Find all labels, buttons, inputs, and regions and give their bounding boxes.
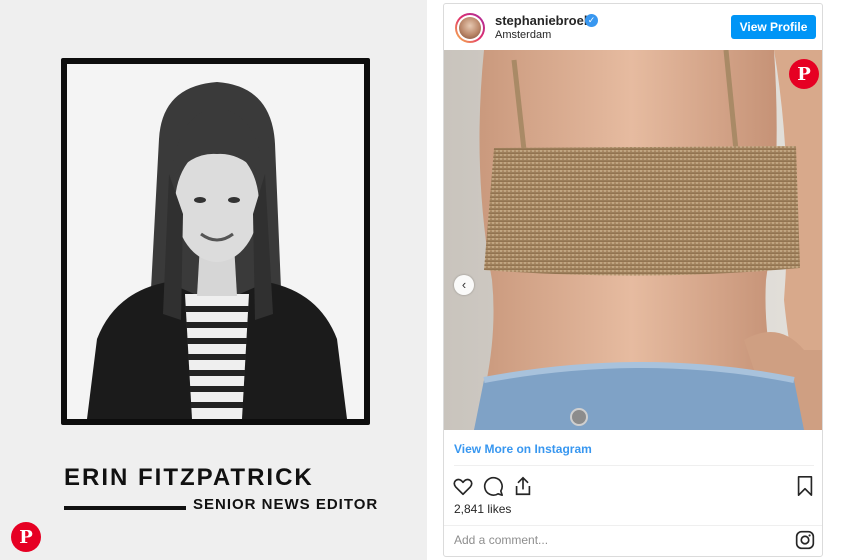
share-icon[interactable]: [512, 475, 534, 497]
view-more-on-instagram-link[interactable]: View More on Instagram: [454, 442, 592, 456]
view-profile-button[interactable]: View Profile: [731, 15, 816, 39]
author-photo: [67, 64, 364, 419]
author-title: SENIOR NEWS EDITOR: [193, 496, 379, 513]
divider: [454, 465, 814, 466]
author-photo-frame: [61, 58, 370, 425]
instagram-logo-icon[interactable]: [795, 530, 815, 550]
divider: [444, 525, 822, 526]
pinterest-icon: P: [19, 526, 33, 548]
author-name: ERIN FITZPATRICK: [64, 464, 314, 491]
author-card: ERIN FITZPATRICK SENIOR NEWS EDITOR P: [0, 0, 427, 560]
heart-icon[interactable]: [452, 475, 474, 497]
pinterest-save-button-post[interactable]: P: [789, 59, 819, 89]
verified-badge-icon: ✓: [585, 14, 598, 27]
post-header: stephaniebroek ✓ Amsterdam View Profile: [444, 4, 822, 50]
comment-icon[interactable]: [482, 475, 504, 497]
title-divider: [64, 506, 186, 510]
location-link[interactable]: Amsterdam: [495, 29, 551, 41]
pinterest-save-button[interactable]: P: [11, 522, 41, 552]
previous-photo-button[interactable]: ‹: [454, 275, 474, 295]
post-photo[interactable]: ‹: [444, 50, 822, 430]
bookmark-icon[interactable]: [794, 475, 816, 497]
likes-count[interactable]: 2,841 likes: [454, 502, 511, 516]
pinterest-icon: P: [797, 63, 811, 85]
username-link[interactable]: stephaniebroek: [495, 13, 591, 28]
profile-avatar[interactable]: [455, 13, 485, 43]
add-comment-input[interactable]: [454, 529, 774, 551]
instagram-embed: stephaniebroek ✓ Amsterdam View Profile: [443, 3, 823, 557]
